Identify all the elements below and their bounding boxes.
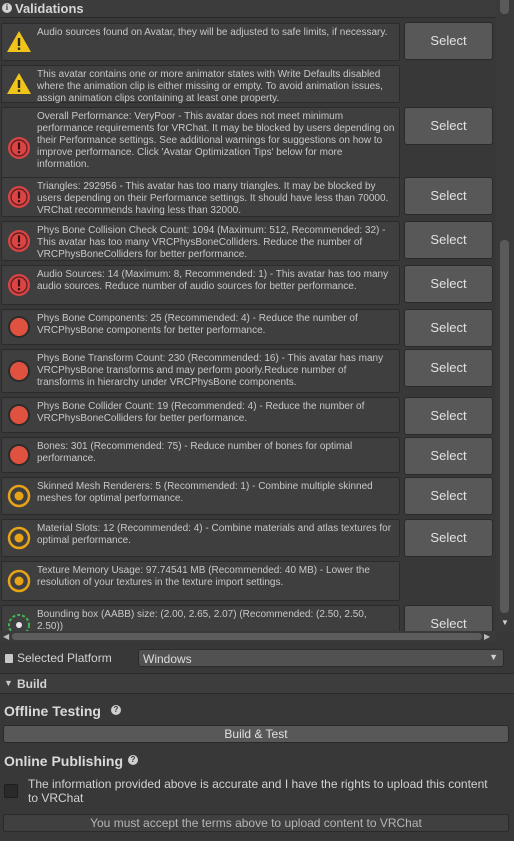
validation-row: Phys Bone Collision Check Count: 1094 (M… — [1, 221, 400, 261]
validation-message: Phys Bone Collision Check Count: 1094 (M… — [37, 225, 386, 260]
offline-testing-title: Offline Testing — [4, 703, 101, 719]
warning-icon — [6, 71, 32, 97]
validation-row: Phys Bone Components: 25 (Recommended: 4… — [1, 309, 400, 345]
scrollbar-thumb-top[interactable] — [500, 0, 509, 14]
terms-checkbox[interactable] — [4, 784, 18, 798]
validation-message: Audio sources found on Avatar, they will… — [37, 27, 388, 38]
build-foldout[interactable]: ▼ Build — [0, 673, 514, 694]
error-icon — [6, 184, 32, 210]
build-test-button[interactable]: Build & Test — [3, 725, 509, 743]
validations-title: Validations — [15, 1, 84, 16]
platform-dropdown[interactable]: Windows ▼ — [138, 649, 504, 667]
select-button[interactable]: Select — [404, 309, 493, 347]
info-icon: i — [2, 3, 12, 13]
upload-button[interactable]: You must accept the terms above to uploa… — [3, 814, 509, 832]
error-icon — [6, 135, 32, 161]
select-button[interactable]: Select — [404, 107, 493, 145]
select-button[interactable]: Select — [404, 519, 493, 557]
terms-text: The information provided above is accura… — [28, 777, 488, 805]
very-poor-icon — [6, 314, 32, 340]
foldout-arrow-icon: ▼ — [4, 678, 13, 688]
medium-icon — [6, 525, 32, 551]
validations-header[interactable]: i Validations — [0, 0, 514, 18]
select-button[interactable]: Select — [404, 221, 493, 259]
error-icon — [6, 272, 32, 298]
help-icon[interactable]: ? — [128, 755, 138, 765]
vertical-scrollbar[interactable]: ▼ — [496, 0, 514, 631]
validation-message: Material Slots: 12 (Recommended: 4) - Co… — [37, 523, 392, 546]
validation-message: This avatar contains one or more animato… — [37, 69, 383, 104]
select-button[interactable]: Select — [404, 477, 493, 515]
very-poor-icon — [6, 402, 32, 428]
select-button[interactable]: Select — [404, 397, 493, 435]
validation-row: Bounding box (AABB) size: (2.00, 2.65, 2… — [1, 605, 400, 631]
select-button[interactable]: Select — [404, 22, 493, 60]
validation-message: Triangles: 292956 - This avatar has too … — [37, 181, 389, 216]
validation-row: Phys Bone Collider Count: 19 (Recommende… — [1, 397, 400, 433]
validation-row: Skinned Mesh Renderers: 5 (Recommended: … — [1, 477, 400, 515]
validation-message: Audio Sources: 14 (Maximum: 8, Recommend… — [37, 269, 389, 292]
platform-icon — [5, 654, 13, 663]
online-publishing-title: Online Publishing — [4, 753, 123, 769]
chevron-down-icon: ▼ — [489, 652, 498, 662]
platform-row: Selected Platform Windows ▼ — [0, 648, 514, 670]
error-icon — [6, 228, 32, 254]
scrollbar-thumb[interactable] — [500, 240, 509, 613]
select-button[interactable]: Select — [404, 177, 493, 215]
build-section-label: Build — [17, 677, 47, 691]
select-button[interactable]: Select — [404, 605, 493, 631]
validation-row: Audio sources found on Avatar, they will… — [1, 23, 400, 61]
validation-message: Texture Memory Usage: 97.74541 MB (Recom… — [37, 565, 370, 588]
platform-dropdown-value: Windows — [143, 652, 192, 666]
select-button[interactable]: Select — [404, 437, 493, 475]
good-icon — [6, 612, 32, 631]
validation-message: Bones: 301 (Recommended: 75) - Reduce nu… — [37, 441, 353, 464]
medium-icon — [6, 483, 32, 509]
validation-row: Triangles: 292956 - This avatar has too … — [1, 177, 400, 217]
very-poor-icon — [6, 442, 32, 468]
platform-label: Selected Platform — [17, 651, 112, 665]
select-button[interactable]: Select — [404, 265, 493, 303]
validation-message: Phys Bone Collider Count: 19 (Recommende… — [37, 401, 365, 424]
validation-row: Texture Memory Usage: 97.74541 MB (Recom… — [1, 561, 400, 601]
validation-row: Material Slots: 12 (Recommended: 4) - Co… — [1, 519, 400, 557]
help-icon[interactable]: ? — [111, 705, 121, 715]
validation-row: Bones: 301 (Recommended: 75) - Reduce nu… — [1, 437, 400, 473]
medium-icon — [6, 568, 32, 594]
select-button[interactable]: Select — [404, 349, 493, 387]
validation-message: Overall Performance: VeryPoor - This ava… — [37, 111, 395, 170]
validation-row: Phys Bone Transform Count: 230 (Recommen… — [1, 349, 400, 393]
validation-message: Phys Bone Transform Count: 230 (Recommen… — [37, 353, 384, 388]
scroll-right-icon[interactable]: ▶ — [484, 632, 490, 641]
validation-row: Audio Sources: 14 (Maximum: 8, Recommend… — [1, 265, 400, 305]
validation-message: Phys Bone Components: 25 (Recommended: 4… — [37, 313, 358, 336]
horizontal-scrollbar-thumb[interactable] — [12, 633, 482, 640]
validations-list[interactable]: Audio sources found on Avatar, they will… — [0, 18, 496, 631]
warning-icon — [6, 29, 32, 55]
scroll-left-icon[interactable]: ◀ — [3, 632, 9, 641]
scroll-down-icon[interactable]: ▼ — [501, 618, 509, 627]
horizontal-scrollbar[interactable]: ◀ ▶ — [0, 631, 496, 642]
very-poor-icon — [6, 358, 32, 384]
validation-row: This avatar contains one or more animato… — [1, 65, 400, 104]
validation-message: Skinned Mesh Renderers: 5 (Recommended: … — [37, 481, 373, 504]
validation-message: Bounding box (AABB) size: (2.00, 2.65, 2… — [37, 609, 367, 631]
